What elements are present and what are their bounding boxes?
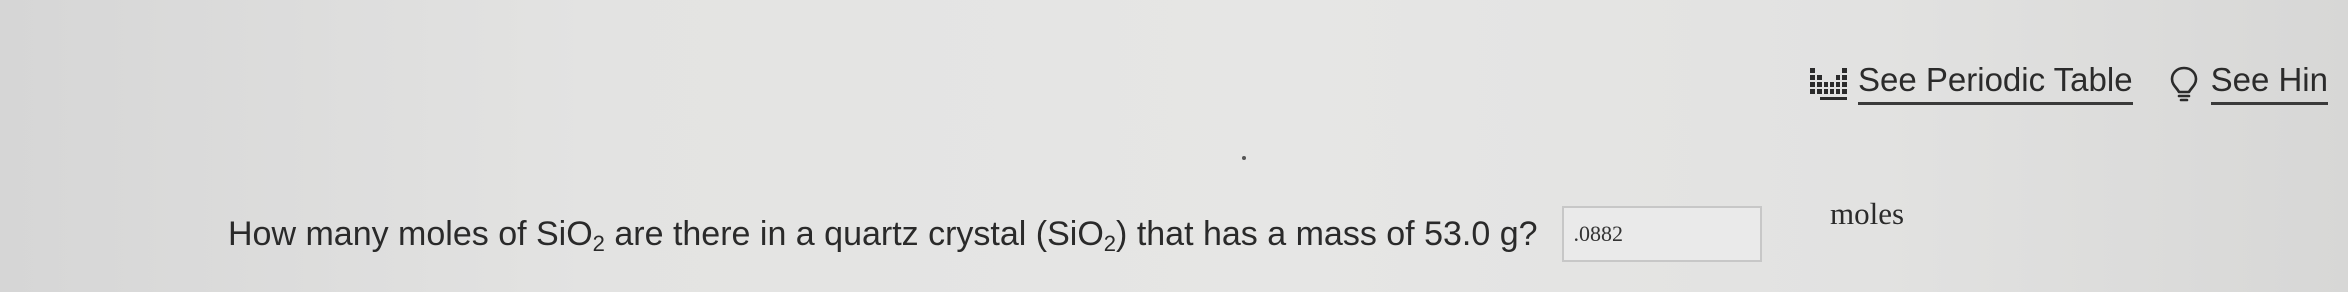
formula-subscript-1: 2 xyxy=(592,231,605,256)
question-middle: are there in a quartz crystal (SiO xyxy=(604,215,1104,253)
periodic-table-icon xyxy=(1808,66,1850,102)
question-prefix: How many moles of SiO xyxy=(228,215,593,253)
unit-label: moles xyxy=(1830,196,1905,231)
question-text: How many moles of SiO2 are there in a qu… xyxy=(228,215,1538,255)
answer-input[interactable] xyxy=(1561,206,1762,262)
screen-speck xyxy=(1242,156,1246,160)
formula-subscript-2: 2 xyxy=(1103,231,1117,256)
question-suffix: ) that has a mass of 53.0 g? xyxy=(1116,215,1538,253)
question-row: How many moles of SiO2 are there in a qu… xyxy=(228,206,1762,262)
see-hint-link[interactable]: See Hin xyxy=(2169,63,2328,105)
lightbulb-icon xyxy=(2169,65,2199,103)
see-hint-label: See Hin xyxy=(2210,63,2328,105)
see-periodic-table-link[interactable]: See Periodic Table xyxy=(1808,63,2133,105)
see-periodic-table-label: See Periodic Table xyxy=(1858,63,2133,105)
toolbar: See Periodic Table See Hin xyxy=(1808,58,2328,110)
